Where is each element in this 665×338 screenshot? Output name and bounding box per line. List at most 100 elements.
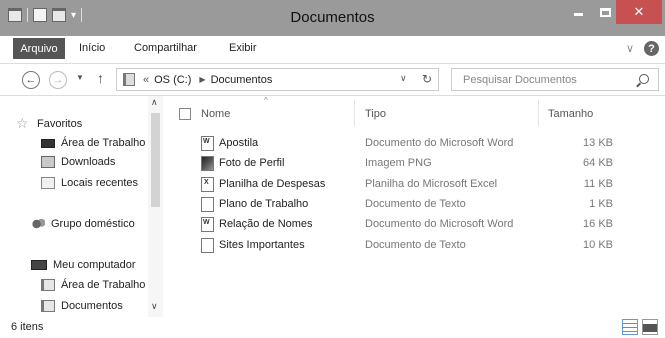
address-overflow-chevron[interactable]: «	[143, 74, 149, 86]
tab-arquivo[interactable]: Arquivo	[13, 38, 65, 59]
close-button[interactable]: ✕	[616, 0, 662, 24]
file-row[interactable]: Sites Importantes Documento de Texto 10 …	[163, 236, 665, 256]
file-size: 11 KB	[583, 178, 613, 190]
folder-icon	[123, 73, 135, 86]
ribbon-tabs: Arquivo Início Compartilhar Exibir ∨ ?	[0, 36, 665, 63]
file-row[interactable]: Planilha de Despesas Planilha do Microso…	[163, 175, 665, 195]
tab-compartilhar[interactable]: Compartilhar	[134, 42, 197, 54]
address-dropdown-icon[interactable]: ∨	[400, 73, 407, 84]
nav-item-label: Downloads	[61, 156, 116, 168]
star-icon: ☆	[16, 115, 29, 131]
maximize-icon	[599, 7, 611, 17]
file-type: Imagem PNG	[365, 157, 432, 169]
expand-ribbon-icon[interactable]: ∨	[626, 42, 634, 55]
column-header-tamanho[interactable]: Tamanho	[548, 108, 593, 120]
image-file-icon	[201, 156, 214, 171]
nav-item-label: Área de Trabalho	[61, 279, 146, 291]
column-divider[interactable]	[354, 100, 355, 126]
file-size: 10 KB	[583, 239, 613, 251]
excel-spreadsheet-icon	[201, 177, 214, 192]
back-button[interactable]: ←	[22, 71, 40, 89]
nav-item-label: Meu computador	[53, 259, 136, 271]
file-name: Relação de Nomes	[219, 218, 313, 230]
file-row[interactable]: Relação de Nomes Documento do Microsoft …	[163, 215, 665, 235]
select-all-checkbox[interactable]	[179, 108, 191, 120]
desktop-folder-icon	[41, 279, 55, 291]
tab-exibir[interactable]: Exibir	[229, 42, 257, 54]
file-name: Sites Importantes	[219, 239, 305, 251]
search-input[interactable]: Pesquisar Documentos	[451, 68, 659, 91]
nav-item-label: Favoritos	[37, 117, 83, 130]
nav-item-favoritos[interactable]: ☆ Favoritos	[16, 116, 82, 131]
downloads-icon	[41, 156, 55, 168]
nav-item-area-de-trabalho-2[interactable]: Área de Trabalho	[41, 279, 145, 291]
file-row[interactable]: Apostila Documento do Microsoft Word 13 …	[163, 134, 665, 154]
nav-item-label: Área de Trabalho	[61, 137, 146, 149]
file-size: 16 KB	[583, 218, 613, 230]
search-icon[interactable]	[639, 74, 649, 84]
nav-item-locais-recentes[interactable]: Locais recentes	[41, 177, 138, 189]
file-size: 64 KB	[583, 157, 613, 169]
navigation-scrollbar[interactable]: ∧ ∨	[148, 96, 163, 318]
nav-item-downloads[interactable]: Downloads	[41, 156, 115, 168]
address-bar[interactable]: « OS (C:) ▶ Documentos ∨ ↻	[116, 68, 439, 91]
details-view-icon[interactable]	[622, 319, 638, 335]
refresh-icon[interactable]: ↻	[422, 72, 432, 86]
file-type: Planilha do Microsoft Excel	[365, 178, 498, 190]
breadcrumb-separator-icon[interactable]: ▶	[199, 75, 205, 84]
nav-item-label: Locais recentes	[61, 177, 139, 189]
recent-places-icon	[41, 177, 55, 189]
column-header-label: Nome	[201, 108, 231, 120]
nav-item-label: Documentos	[61, 300, 123, 312]
navigation-pane: ☆ Favoritos Área de Trabalho Downloads L…	[0, 95, 163, 318]
breadcrumb-documentos[interactable]: Documentos	[211, 74, 273, 86]
column-header-tipo[interactable]: Tipo	[365, 108, 386, 120]
desktop-icon	[41, 138, 55, 148]
file-name: Apostila	[219, 137, 259, 149]
search-placeholder: Pesquisar Documentos	[463, 73, 577, 86]
help-icon[interactable]: ?	[644, 41, 659, 56]
minimize-button[interactable]	[565, 0, 591, 24]
up-arrow-icon[interactable]: ↑	[97, 70, 104, 86]
sort-ascending-icon: ^	[264, 96, 268, 105]
computer-icon	[31, 260, 47, 270]
tab-inicio[interactable]: Início	[79, 42, 105, 54]
file-type: Documento do Microsoft Word	[365, 137, 514, 149]
nav-item-meu-computador[interactable]: Meu computador	[31, 259, 136, 271]
maximize-button[interactable]	[592, 0, 618, 24]
nav-item-grupo-domestico[interactable]: Grupo doméstico	[31, 218, 135, 230]
homegroup-icon	[31, 218, 45, 230]
breadcrumb-drive[interactable]: OS (C:)	[154, 74, 191, 86]
file-row[interactable]: Foto de Perfil Imagem PNG 64 KB	[163, 154, 665, 174]
nav-item-area-de-trabalho[interactable]: Área de Trabalho	[41, 137, 145, 149]
file-type: Documento do Microsoft Word	[365, 218, 514, 230]
large-icons-view-icon[interactable]	[642, 319, 658, 335]
file-list: Nome ^ Tipo Tamanho Apostila Documento d…	[163, 95, 665, 317]
title-bar: ▾ Documentos ✕	[0, 0, 665, 36]
word-document-icon	[201, 136, 214, 151]
scrollbar-thumb[interactable]	[151, 113, 160, 207]
text-document-icon	[201, 197, 214, 212]
recent-locations-icon[interactable]: ▼	[76, 73, 84, 82]
file-type: Documento de Texto	[365, 198, 466, 210]
minimize-icon	[573, 12, 583, 16]
forward-button[interactable]: →	[49, 71, 67, 89]
file-size: 1 KB	[589, 198, 613, 210]
scroll-up-icon[interactable]: ∧	[151, 97, 158, 108]
file-name: Planilha de Despesas	[219, 178, 326, 190]
column-header-label: Tipo	[365, 108, 386, 120]
word-document-icon	[201, 217, 214, 232]
file-size: 13 KB	[583, 137, 613, 149]
column-header-nome[interactable]: Nome	[201, 108, 230, 120]
close-icon: ✕	[633, 4, 645, 19]
item-count: 6 itens	[11, 321, 44, 333]
nav-item-documentos[interactable]: Documentos	[41, 300, 123, 312]
address-toolbar: ← → ▼ ↑ « OS (C:) ▶ Documentos ∨ ↻ Pesqu…	[0, 63, 665, 95]
scroll-down-icon[interactable]: ∨	[151, 301, 158, 312]
file-row[interactable]: Plano de Trabalho Documento de Texto 1 K…	[163, 195, 665, 215]
nav-item-label: Grupo doméstico	[51, 218, 135, 230]
documents-icon	[41, 300, 55, 312]
file-name: Foto de Perfil	[219, 157, 285, 169]
column-divider[interactable]	[538, 100, 539, 126]
text-document-icon	[201, 238, 214, 253]
